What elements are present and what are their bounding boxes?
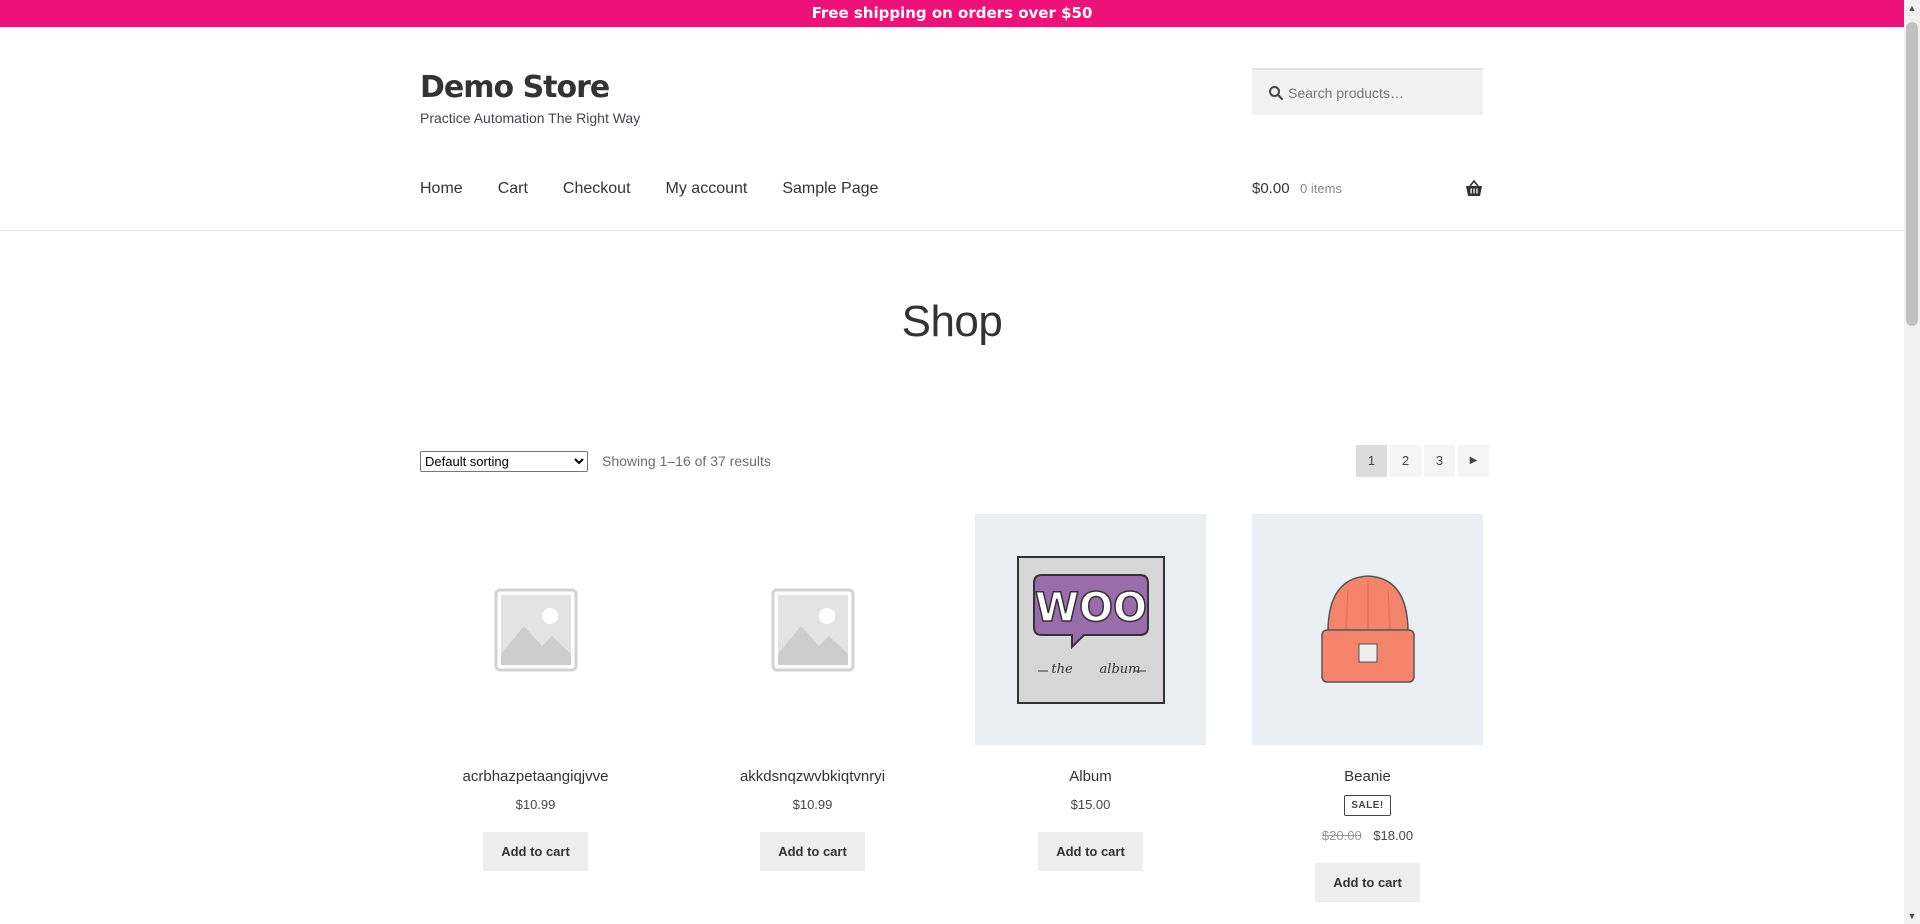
mini-cart-link[interactable]: $0.00 0 items bbox=[1252, 180, 1483, 202]
product-card: akkdsnqzwvbkiqtvnryi $10.99 Add to cart bbox=[697, 514, 928, 871]
product-search bbox=[1252, 68, 1483, 115]
product-price: $10.99 bbox=[792, 797, 833, 812]
add-to-cart-button[interactable]: Add to cart bbox=[760, 832, 865, 871]
product-title[interactable]: akkdsnqzwvbkiqtvnryi bbox=[697, 768, 928, 785]
scrollbar-thumb[interactable] bbox=[1906, 22, 1918, 326]
regular-price: $20.00 bbox=[1321, 828, 1362, 843]
add-to-cart-button[interactable]: Add to cart bbox=[1038, 832, 1143, 871]
page-link-3[interactable]: 3 bbox=[1424, 445, 1455, 477]
results-count: Showing 1–16 of 37 results bbox=[602, 453, 771, 469]
cart-total: $0.00 bbox=[1252, 180, 1290, 197]
nav-item-my-account[interactable]: My account bbox=[666, 180, 748, 198]
page-link-1[interactable]: 1 bbox=[1356, 445, 1387, 477]
product-card: WOO the album Album $15.00 Add to cart bbox=[975, 514, 1206, 871]
sorting-select[interactable]: Default sorting bbox=[420, 451, 588, 472]
scroll-up-arrow-icon[interactable]: ▲ bbox=[1904, 0, 1920, 16]
basket-icon bbox=[1466, 180, 1482, 196]
search-icon bbox=[1269, 86, 1284, 101]
primary-navigation: Home Cart Checkout My account Sample Pag… bbox=[420, 180, 913, 198]
cart-item-count: 0 items bbox=[1300, 181, 1342, 196]
pagination: 1 2 3 ▶ bbox=[1353, 445, 1489, 477]
search-input[interactable] bbox=[1288, 70, 1478, 115]
product-image-link[interactable] bbox=[420, 514, 651, 745]
nav-item-home[interactable]: Home bbox=[420, 180, 463, 198]
product-title[interactable]: acrbhazpetaangiqjvve bbox=[420, 768, 651, 785]
product-image-link[interactable] bbox=[1252, 514, 1483, 745]
album-caption-left: the bbox=[1051, 662, 1073, 677]
nav-item-sample-page[interactable]: Sample Page bbox=[782, 180, 878, 198]
product-image-link[interactable]: WOO the album bbox=[975, 514, 1206, 745]
nav-item-checkout[interactable]: Checkout bbox=[563, 180, 631, 198]
site-title-link[interactable]: Demo Store bbox=[420, 70, 610, 105]
product-price: $15.00 bbox=[1070, 797, 1111, 812]
product-title[interactable]: Beanie bbox=[1252, 768, 1483, 785]
album-logo-text: WOO bbox=[1034, 585, 1146, 631]
product-card: acrbhazpetaangiqjvve $10.99 Add to cart bbox=[420, 514, 651, 871]
placeholder-image-icon bbox=[771, 588, 854, 671]
sale-badge: SALE! bbox=[1344, 795, 1391, 816]
site-header: Demo Store Practice Automation The Right… bbox=[0, 27, 1904, 231]
page-title: Shop bbox=[901, 297, 1003, 346]
nav-item-cart[interactable]: Cart bbox=[498, 180, 528, 198]
product-title[interactable]: Album bbox=[975, 768, 1206, 785]
site-tagline: Practice Automation The Right Way bbox=[420, 110, 641, 126]
add-to-cart-button[interactable]: Add to cart bbox=[483, 832, 588, 871]
page-link-2[interactable]: 2 bbox=[1390, 445, 1421, 477]
album-caption-right: album bbox=[1099, 662, 1140, 677]
product-price: $20.00 $18.00 bbox=[1252, 828, 1483, 843]
album-cover-image: WOO the album bbox=[1016, 555, 1165, 704]
page-scrollbar[interactable]: ▲ ▼ bbox=[1904, 0, 1920, 924]
beanie-image bbox=[1320, 574, 1415, 683]
sale-price: $18.00 bbox=[1373, 828, 1414, 843]
promo-text: Free shipping on orders over $50 bbox=[811, 4, 1093, 22]
next-page-arrow-icon[interactable]: ▶ bbox=[1458, 445, 1489, 477]
add-to-cart-button[interactable]: Add to cart bbox=[1315, 863, 1420, 902]
scroll-down-arrow-icon[interactable]: ▼ bbox=[1904, 908, 1920, 924]
placeholder-image-icon bbox=[494, 588, 577, 671]
product-card: Beanie SALE! $20.00 $18.00 Add to cart bbox=[1252, 514, 1483, 902]
product-price: $10.99 bbox=[515, 797, 556, 812]
promo-banner: Free shipping on orders over $50 bbox=[0, 0, 1904, 27]
product-image-link[interactable] bbox=[697, 514, 928, 745]
